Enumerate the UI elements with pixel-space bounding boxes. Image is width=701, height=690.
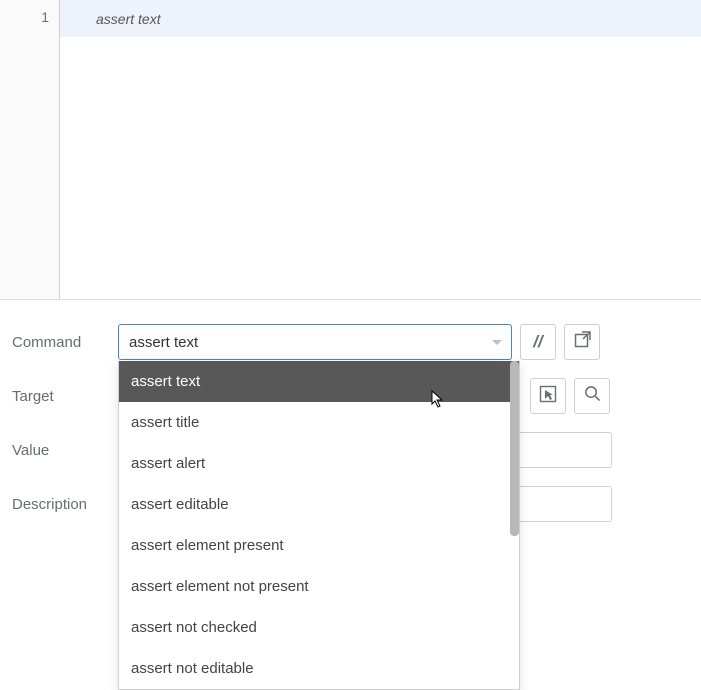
dropdown-item[interactable]: assert text: [119, 361, 519, 402]
dropdown-item[interactable]: assert element present: [119, 525, 519, 566]
magnifier-icon: [584, 385, 601, 407]
find-target-button[interactable]: [574, 378, 610, 414]
select-target-button[interactable]: [530, 378, 566, 414]
dropdown-item[interactable]: assert editable: [119, 484, 519, 525]
dropdown-item[interactable]: assert alert: [119, 443, 519, 484]
open-new-window-icon: [574, 331, 591, 353]
table-row[interactable]: assert text: [60, 0, 701, 37]
row-gutter: 1: [0, 0, 60, 299]
row-command: assert text: [96, 11, 161, 27]
description-label: Description: [12, 496, 118, 513]
target-label: Target: [12, 388, 118, 405]
slash-icon: //: [533, 332, 542, 352]
dropdown-item[interactable]: assert not editable: [119, 648, 519, 689]
row-number: 1: [0, 0, 59, 34]
command-input[interactable]: [118, 324, 512, 360]
dropdown-item[interactable]: assert title: [119, 402, 519, 443]
dropdown-item[interactable]: assert not checked: [119, 607, 519, 648]
open-new-window-button[interactable]: [564, 324, 600, 360]
command-combobox[interactable]: assert text assert title assert alert as…: [118, 324, 512, 360]
toggle-comment-button[interactable]: //: [520, 324, 556, 360]
rows-area[interactable]: assert text: [60, 0, 701, 299]
editor-form: Command assert text assert title assert …: [0, 300, 701, 550]
command-table: 1 assert text: [0, 0, 701, 300]
command-dropdown[interactable]: assert text assert title assert alert as…: [118, 361, 520, 690]
value-label: Value: [12, 442, 118, 459]
dropdown-item[interactable]: assert element not present: [119, 566, 519, 607]
select-target-icon: [539, 385, 557, 408]
command-label: Command: [12, 334, 118, 351]
dropdown-scrollbar[interactable]: [510, 361, 519, 536]
